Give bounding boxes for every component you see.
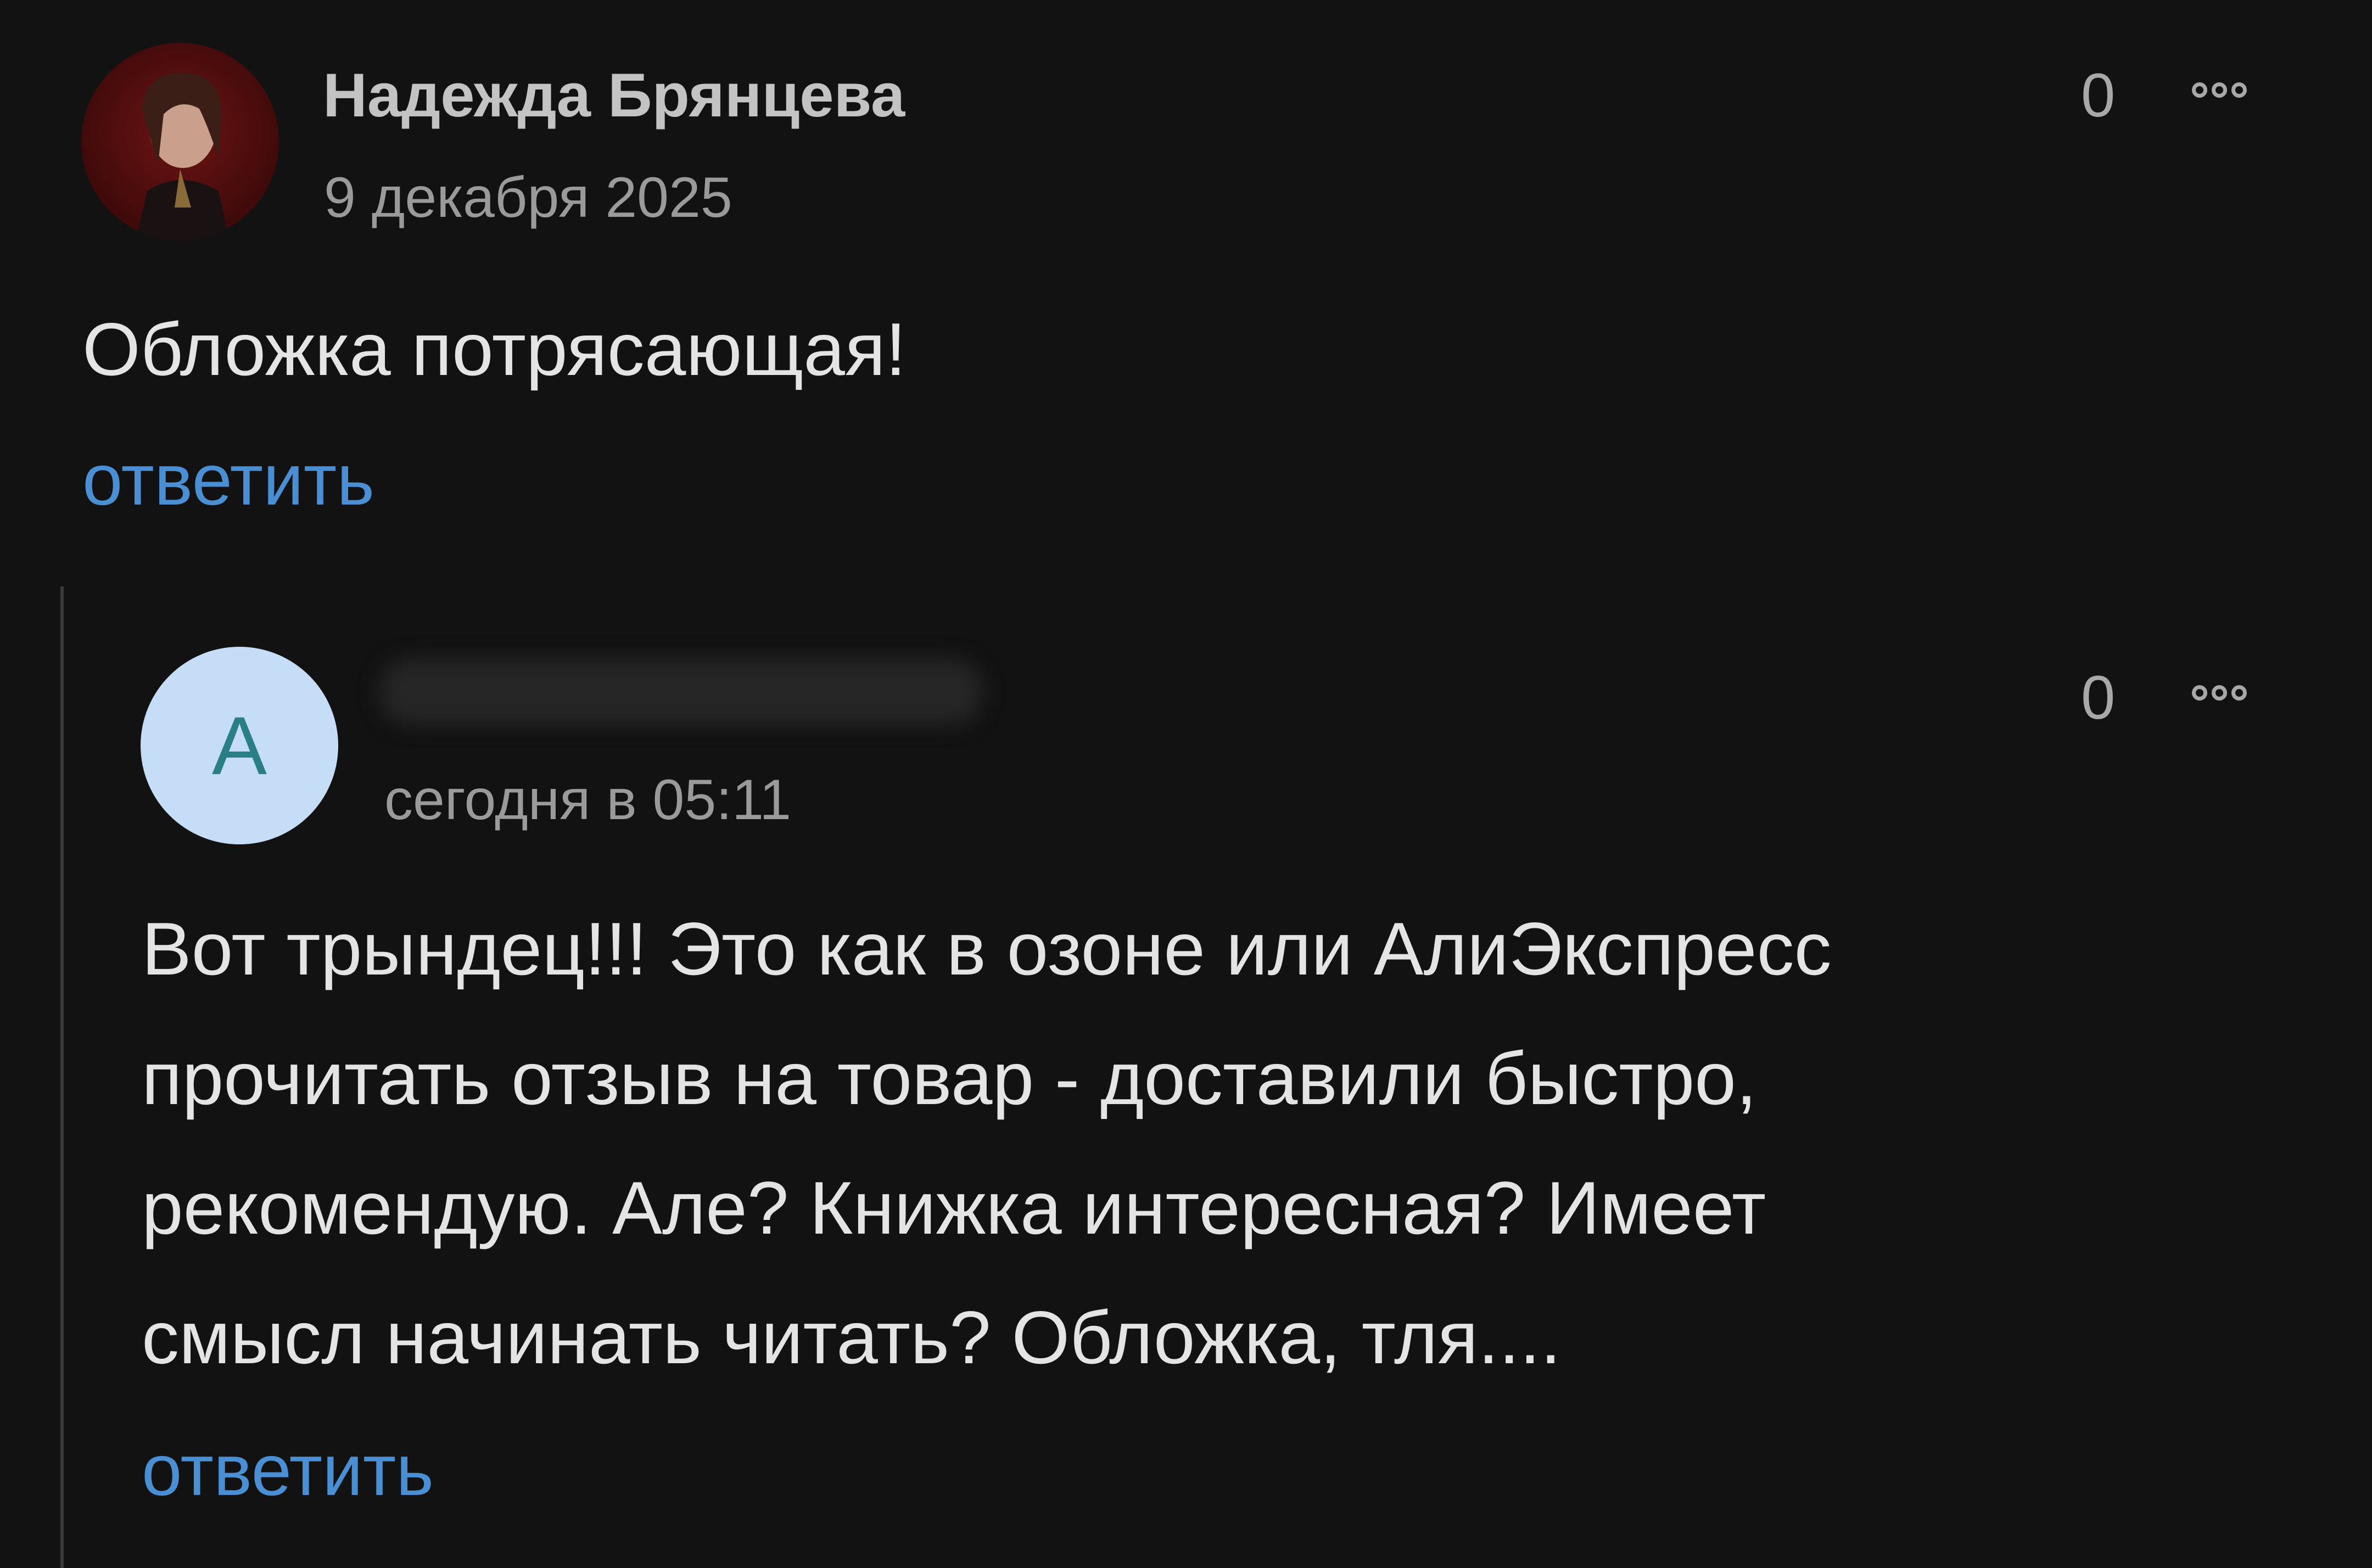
- avatar[interactable]: [81, 43, 279, 240]
- comment-text: Обложка потрясающая!: [82, 284, 906, 414]
- comment-text: Вот трындец!!! Это как в озоне или АлиЭк…: [142, 884, 1832, 1402]
- comment-text-line: прочитать отзыв на товар - доставили быс…: [142, 1037, 1757, 1120]
- rating-value: 0: [2081, 663, 2116, 732]
- comment-date: 9 декабря 2025: [324, 166, 732, 229]
- comment-date: сегодня в 05:11: [384, 768, 792, 832]
- author-name[interactable]: Надежда Брянцева: [323, 65, 905, 126]
- avatar-letter: А: [211, 699, 267, 792]
- comment-text-line: рекомендую. Але? Книжка интересная? Имее…: [142, 1166, 1766, 1250]
- comment-text-line: смысл начинать читать? Обложка, тля....: [142, 1296, 1562, 1379]
- more-dots-icon[interactable]: [2192, 82, 2247, 98]
- reply-button[interactable]: ответить: [82, 444, 374, 516]
- rating-value: 0: [2081, 61, 2116, 130]
- author-name-redacted: [379, 659, 983, 725]
- user-photo: [136, 72, 230, 240]
- avatar[interactable]: А: [141, 647, 338, 844]
- comment-text-line: Вот трындец!!! Это как в озоне или АлиЭк…: [142, 907, 1832, 990]
- thread-line: [60, 586, 64, 1568]
- comment-text-line: Обложка потрясающая!: [82, 307, 907, 391]
- more-dots-icon[interactable]: [2192, 685, 2247, 701]
- reply-button[interactable]: ответить: [142, 1434, 434, 1507]
